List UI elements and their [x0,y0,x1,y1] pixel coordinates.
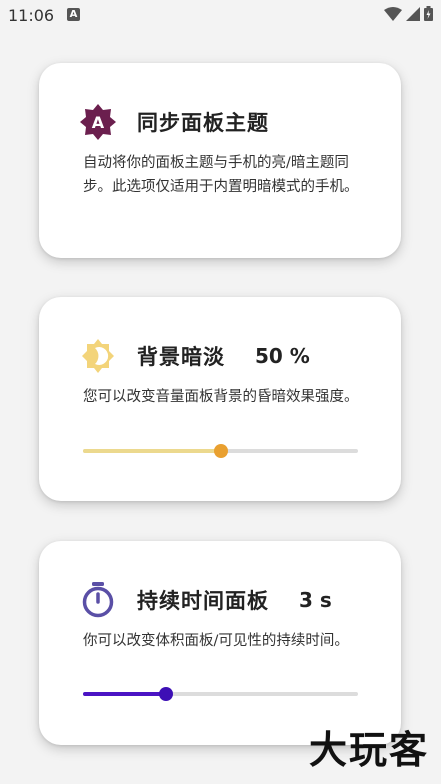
duration-panel-title: 持续时间面板 [137,589,269,613]
duration-panel-value: 3 s [299,588,332,612]
duration-panel-card: 持续时间面板 3 s 你可以改变体积面板/可见性的持续时间。 [39,541,401,745]
slider-fill [83,692,166,696]
slider-thumb[interactable] [158,687,173,701]
duration-panel-description: 你可以改变体积面板/可见性的持续时间。 [83,633,349,649]
auto-theme-icon: A [79,103,117,141]
duration-panel-header: 持续时间面板 3 s [79,581,332,619]
background-dim-slider[interactable] [83,444,358,458]
notification-icon: A [67,8,80,21]
background-dim-title: 背景暗淡 [137,345,225,369]
background-dim-card: 背景暗淡 50 % 您可以改变音量面板背景的昏暗效果强度。 [39,297,401,501]
auto-theme-icon-letter: A [91,112,105,132]
sync-theme-title: 同步面板主题 [137,111,269,135]
timer-icon [79,581,117,619]
background-dim-header: 背景暗淡 50 % [79,337,310,375]
wifi-icon [384,6,402,21]
status-time: 11:06 [8,6,55,25]
slider-thumb[interactable] [213,444,228,458]
sync-theme-description: 自动将你的面板主题与手机的亮/暗主题同步。此选项仅适用于内置明暗模式的手机。 [83,155,359,195]
signal-icon [406,6,420,21]
sync-theme-header: A 同步面板主题 [79,103,269,141]
background-dim-value: 50 % [255,344,310,368]
sync-theme-card[interactable]: A 同步面板主题 自动将你的面板主题与手机的亮/暗主题同步。此选项仅适用于内置明… [39,63,401,258]
status-icons [384,6,433,21]
dim-brightness-icon [79,337,117,375]
status-bar: 11:06 A [0,0,441,32]
battery-icon [424,6,433,21]
duration-panel-slider[interactable] [83,687,358,701]
background-dim-description: 您可以改变音量面板背景的昏暗效果强度。 [83,389,359,405]
watermark-logo: 大玩客 [308,728,429,772]
slider-fill [83,449,221,453]
